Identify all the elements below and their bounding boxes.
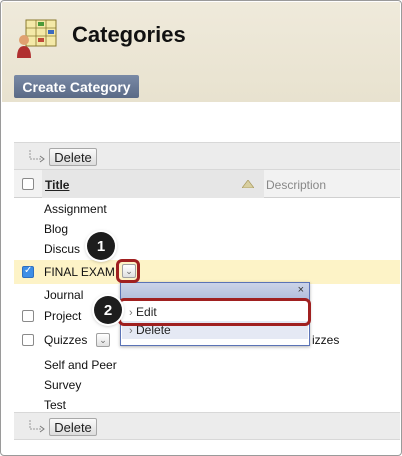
table-row: Blog [14, 219, 400, 239]
category-label: Project [44, 309, 82, 323]
context-menu-header: × [121, 283, 309, 299]
category-label: Assignment [44, 202, 107, 216]
step-callout-2: 2 [94, 296, 122, 324]
delete-button-top[interactable]: Delete [49, 148, 97, 166]
row-checkbox[interactable] [22, 310, 34, 322]
close-icon[interactable]: × [298, 284, 304, 296]
action-bar-bottom: Delete [14, 412, 400, 440]
category-label: Test [44, 398, 67, 412]
page-header: Categories Create Category [2, 2, 400, 102]
chevron-down-icon[interactable]: ⌄ [96, 333, 110, 347]
categories-icon [17, 19, 57, 58]
create-category-button[interactable]: Create Category [14, 75, 139, 98]
action-bar-top: Delete [14, 142, 400, 170]
category-label: Blog [44, 222, 69, 236]
table-header: Title Description [14, 170, 400, 198]
highlight-box-chevron [116, 259, 140, 283]
page-title: Categories [72, 22, 186, 47]
app-window: Categories Create Category Delete Title … [0, 0, 402, 456]
category-label: Journal [44, 288, 84, 302]
category-label: Self and Peer [44, 358, 117, 372]
category-label: Survey [44, 378, 82, 392]
table-row: Assignment [14, 199, 400, 219]
delete-button-bottom[interactable]: Delete [49, 418, 97, 436]
category-label: Discus [44, 242, 81, 256]
table-row: Survey [14, 375, 400, 395]
table-row: Self and Peer [14, 355, 400, 375]
category-label: FINAL EXAM [44, 265, 115, 279]
table-row-selected: FINAL EXAM ⌄ [14, 260, 400, 284]
table-row: Discus [14, 239, 400, 259]
category-label: Quizzes [44, 333, 88, 347]
category-description: izzes [312, 333, 340, 347]
description-column-header: Description [266, 178, 327, 192]
arrow-corner-icon [29, 420, 45, 433]
highlight-box-edit [118, 298, 311, 326]
chevron-right-icon: › [129, 325, 133, 337]
title-column-header[interactable]: Title [45, 178, 69, 192]
step-callout-1: 1 [87, 232, 115, 260]
arrow-corner-icon [29, 150, 45, 163]
row-checkbox[interactable] [22, 334, 34, 346]
select-all-checkbox[interactable] [22, 178, 34, 190]
sort-ascending-icon[interactable] [242, 180, 254, 188]
title-column-bg [42, 170, 264, 198]
row-checkbox[interactable] [22, 265, 34, 278]
